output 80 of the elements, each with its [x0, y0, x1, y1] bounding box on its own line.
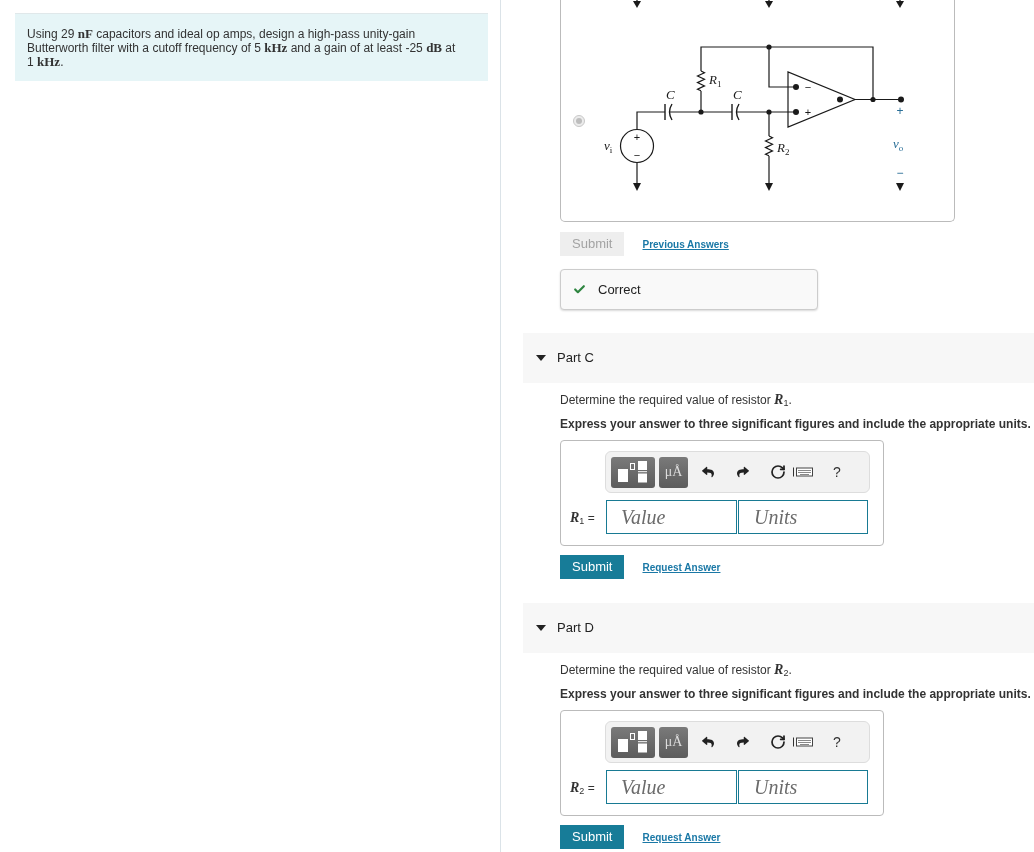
answer-label: R$_{1}$ =: [569, 508, 596, 528]
resistor-symbol: [696, 70, 706, 92]
wire: [636, 111, 666, 131]
voltage-source-symbol: [619, 128, 655, 164]
units-button[interactable]: μÅ: [659, 456, 688, 488]
junction-dot: [698, 109, 704, 115]
help-button[interactable]: ?: [833, 461, 841, 483]
redo-icon: [737, 736, 749, 748]
ground-arrow: [896, 0, 904, 8]
reset-button[interactable]: [769, 733, 787, 751]
ground-arrow: [765, 183, 773, 191]
units-button[interactable]: μÅ: [659, 726, 688, 758]
terminal-dot: [898, 96, 904, 103]
junction-dot: [870, 96, 876, 103]
part-title: Part D: [557, 619, 594, 638]
undo-icon: [702, 736, 714, 748]
resistor-symbol: [764, 135, 774, 157]
component-label: C: [666, 87, 675, 102]
voltage-label: v$_{o}$: [893, 136, 904, 153]
terminal-dot: [793, 109, 799, 115]
component-label: C: [733, 87, 742, 102]
ground-arrow: [896, 183, 904, 191]
submit-button[interactable]: Submit: [560, 555, 625, 579]
op-amp-symbol: [787, 71, 857, 128]
capacitor-symbol: [664, 103, 673, 121]
undo-button[interactable]: [700, 464, 716, 480]
feedback-text: Correct: [598, 280, 641, 299]
link[interactable]: Request Answer: [642, 559, 721, 575]
redo-icon: [737, 466, 749, 478]
ground-arrow: [765, 0, 773, 8]
reset-button[interactable]: [769, 463, 787, 481]
polarity-sign: −: [896, 166, 904, 180]
templates-button[interactable]: [611, 726, 655, 758]
wire: [768, 155, 770, 184]
polarity-sign: −: [633, 149, 641, 161]
input-sign: −: [804, 81, 812, 93]
junction-dot: [766, 109, 772, 115]
terminal-dot: [793, 84, 799, 90]
submit-button[interactable]: Submit: [560, 825, 625, 849]
part-header[interactable]: Part C: [523, 333, 1034, 383]
wire: [636, 161, 638, 184]
capacitor-symbol: [731, 103, 740, 121]
component-label: R$_{1}$: [709, 72, 722, 89]
units-input[interactable]: Units: [738, 500, 868, 534]
polarity-sign: +: [896, 104, 904, 118]
help-button[interactable]: ?: [833, 731, 841, 753]
answer-instruction: Express your answer to three significant figures and include the appropriate units.: [560, 686, 1032, 702]
question-prompt: Determine the required value of resistor R$_{1}$.: [560, 392, 793, 408]
check-icon: [573, 283, 586, 296]
fraction-template-icon: [618, 461, 648, 483]
redo-button[interactable]: [735, 734, 751, 750]
junction-dot: [766, 44, 772, 50]
keyboard-icon: [793, 737, 813, 747]
part-header[interactable]: Part D: [523, 603, 1034, 653]
answer-instruction: Express your answer to three significant figures and include the appropriate units.: [560, 416, 1032, 432]
reset-icon: [770, 464, 786, 480]
undo-icon: [702, 466, 714, 478]
keyboard-button[interactable]: [793, 734, 813, 750]
units-input[interactable]: Units: [738, 770, 868, 804]
problem-statement: Using 29 nF capacitors and ideal op amps, design a high-pass unity-gain Butterworth filter with a cutoff frequency of 5 kHz and a gain of at least -25 dB at 1 kHz.: [15, 13, 488, 81]
link[interactable]: Request Answer: [642, 829, 721, 845]
answer-label: R$_{2}$ =: [569, 778, 596, 798]
value-input[interactable]: Value: [606, 500, 737, 534]
templates-button[interactable]: [611, 456, 655, 488]
question-prompt: Determine the required value of resistor R$_{2}$.: [560, 662, 793, 678]
link[interactable]: Previous Answers: [642, 236, 729, 252]
ground-arrow: [633, 183, 641, 191]
value-input[interactable]: Value: [606, 770, 737, 804]
ground-arrow: [633, 0, 641, 8]
redo-button[interactable]: [735, 464, 751, 480]
fraction-template-icon: [618, 731, 648, 753]
component-label: R$_{2}$: [777, 140, 790, 157]
polarity-sign: +: [633, 131, 641, 143]
input-sign: +: [804, 106, 812, 118]
undo-button[interactable]: [700, 734, 716, 750]
part-title: Part C: [557, 349, 594, 368]
voltage-label: v$_{i}$: [604, 138, 613, 155]
keyboard-icon: [793, 467, 813, 477]
reset-icon: [770, 734, 786, 750]
keyboard-button[interactable]: [793, 464, 813, 480]
